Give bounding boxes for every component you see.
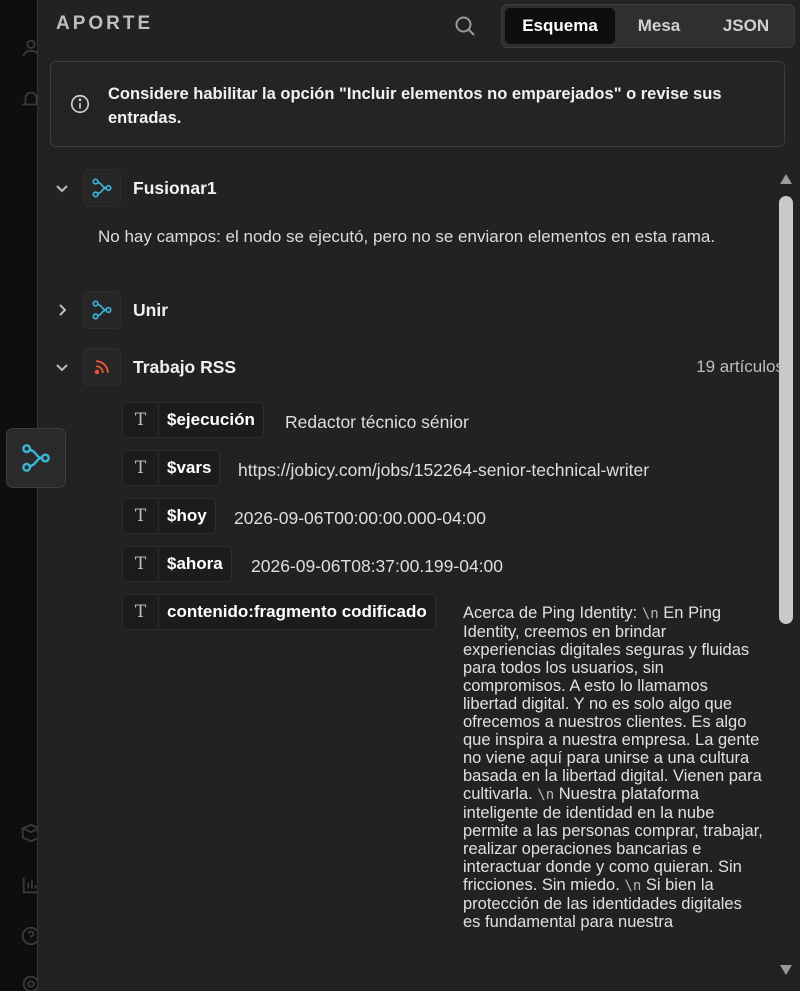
text-type-icon: T — [123, 403, 159, 437]
field-value-long: Acerca de Ping Identity: \n En Ping Iden… — [463, 604, 763, 931]
node-name-unir[interactable]: Unir — [133, 300, 168, 321]
tab-esquema[interactable]: Esquema — [505, 8, 615, 44]
node-icon-fusionar1 — [83, 169, 121, 207]
text-type-icon: T — [123, 547, 159, 581]
text-type-icon: T — [123, 451, 159, 485]
field-chip-ahora[interactable]: T $ahora — [122, 546, 232, 582]
rss-icon — [94, 360, 109, 375]
node-name-trabajo-rss[interactable]: Trabajo RSS — [133, 357, 236, 378]
newline-marker: \n — [624, 878, 642, 894]
newline-marker: \n — [641, 606, 659, 622]
chevron-down-icon[interactable] — [54, 359, 70, 375]
merge-node-icon — [92, 178, 112, 198]
view-tabs: Esquema Mesa JSON — [501, 4, 795, 48]
node-empty-message: No hay campos: el nodo se ejecutó, pero … — [98, 227, 716, 246]
node-name-fusionar1[interactable]: Fusionar1 — [133, 178, 217, 199]
field-name: $ahora — [167, 554, 223, 573]
field-name: $hoy — [167, 506, 207, 525]
item-count: 19 artículos — [696, 357, 784, 376]
vertical-scrollbar[interactable] — [775, 168, 797, 988]
left-sidebar-strip — [0, 0, 42, 991]
field-chip-hoy[interactable]: T $hoy — [122, 498, 216, 534]
field-chip-ejecucion[interactable]: T $ejecución — [122, 402, 264, 438]
chevron-down-icon[interactable] — [54, 180, 70, 196]
field-name: $ejecución — [167, 410, 255, 429]
node-icon-unir — [83, 291, 121, 329]
field-name: contenido:fragmento codificado — [167, 602, 427, 621]
panel-header: APORTE Esquema Mesa JSON — [38, 0, 800, 52]
scroll-down-arrow-icon[interactable] — [778, 963, 794, 977]
field-chip-vars[interactable]: T $vars — [122, 450, 221, 486]
info-icon — [70, 94, 90, 114]
node-toggle-button[interactable] — [6, 428, 66, 488]
tab-json[interactable]: JSON — [703, 8, 789, 44]
info-notice: Considere habilitar la opción "Incluir e… — [50, 61, 785, 147]
input-panel: APORTE Esquema Mesa JSON Considere habil… — [37, 0, 800, 991]
node-icon-trabajo-rss — [83, 348, 121, 386]
field-value: 2026-09-06T08:37:00.199-04:00 — [251, 556, 504, 576]
tab-mesa[interactable]: Mesa — [615, 8, 703, 44]
chevron-right-icon[interactable] — [54, 302, 70, 318]
long-text-part: En Ping Identity, creemos en brindar exp… — [463, 604, 767, 803]
merge-node-icon — [22, 444, 50, 472]
text-type-icon: T — [123, 595, 159, 629]
field-value: https://jobicy.com/jobs/152264-senior-te… — [238, 460, 650, 480]
scroll-thumb[interactable] — [779, 196, 793, 624]
field-name: $vars — [167, 458, 212, 477]
field-value: Redactor técnico sénior — [285, 412, 469, 432]
notice-text: Considere habilitar la opción "Incluir e… — [108, 85, 722, 127]
field-chip-contenido[interactable]: T contenido:fragmento codificado — [122, 594, 436, 630]
text-type-icon: T — [123, 499, 159, 533]
field-value: 2026-09-06T00:00:00.000-04:00 — [234, 508, 487, 528]
panel-title: APORTE — [56, 13, 154, 34]
search-icon[interactable] — [453, 14, 477, 38]
long-text-part: Acerca de Ping Identity: — [463, 604, 642, 622]
newline-marker: \n — [537, 787, 555, 803]
scroll-up-arrow-icon[interactable] — [778, 172, 794, 186]
merge-node-icon — [92, 300, 112, 320]
